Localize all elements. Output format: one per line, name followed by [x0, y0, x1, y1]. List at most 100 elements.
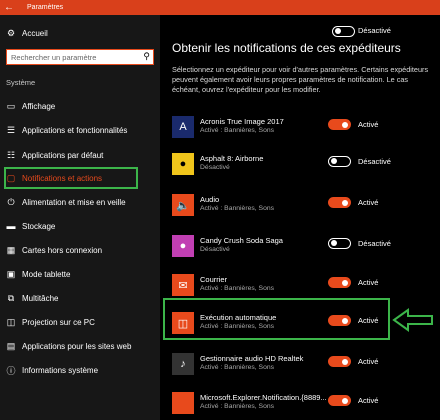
- toggle-state: Désactivé: [358, 157, 391, 166]
- app-row-candy-crush[interactable]: ● Candy Crush Soda Saga Désactivé Désact…: [172, 230, 430, 266]
- back-arrow-icon[interactable]: ←: [2, 0, 16, 15]
- toggle-switch[interactable]: [328, 119, 351, 130]
- toggle-knob: [335, 28, 341, 35]
- app-name: Microsoft.Explorer.Notification.{8889...: [200, 393, 327, 402]
- sidebar-item-offline-maps[interactable]: ▦ Cartes hors connexion: [0, 241, 158, 259]
- sidebar-item-label: Applications pour les sites web: [22, 341, 132, 351]
- sidebar-item-web-apps[interactable]: ▤ Applications pour les sites web: [0, 337, 158, 355]
- app-status: Activé : Bannières, Sons: [200, 285, 275, 292]
- app-name: Gestionnaire audio HD Realtek: [200, 354, 304, 363]
- app-row-acronis[interactable]: A Acronis True Image 2017 Activé : Banni…: [172, 111, 430, 147]
- mail-icon: ✉: [172, 274, 194, 296]
- page-heading: Obtenir les notifications de ces expédit…: [172, 41, 401, 55]
- search-input[interactable]: [7, 50, 137, 64]
- app-name: Audio: [200, 195, 220, 204]
- app-status: Activé : Bannières, Sons: [200, 205, 275, 212]
- app-status: Désactivé: [200, 246, 230, 253]
- sidebar-item-label: Applications et fonctionnalités: [22, 125, 128, 135]
- sidebar-item-home[interactable]: ⚙ Accueil: [0, 24, 158, 42]
- title-bar: ← Paramètres: [0, 0, 440, 15]
- multitask-icon: ⧉: [7, 292, 15, 303]
- sidebar-item-label: Mode tablette: [22, 269, 71, 279]
- toggle-state: Activé: [358, 357, 379, 366]
- asphalt-icon: ●: [172, 153, 194, 175]
- sidebar-item-label: Affichage: [22, 101, 56, 111]
- toggle-state: Activé: [358, 198, 379, 207]
- explorer-icon: [172, 392, 194, 414]
- sidebar-item-label: Informations système: [22, 365, 99, 375]
- projection-icon: ◫: [6, 316, 16, 327]
- sidebar-item-power[interactable]: ⏻ Alimentation et mise en veille: [0, 193, 158, 211]
- toggle-switch[interactable]: [328, 395, 351, 406]
- sidebar-item-label: Cartes hors connexion: [22, 245, 103, 255]
- toggle-knob: [331, 240, 337, 247]
- sidebar-item-display[interactable]: ▭ Affichage: [0, 97, 158, 115]
- web-icon: ▤: [6, 340, 16, 351]
- highlight-box: [163, 298, 390, 340]
- speaker-icon: 🔈: [172, 194, 194, 216]
- app-name: Acronis True Image 2017: [200, 117, 284, 126]
- main-panel: Désactivé Obtenir les notifications de c…: [160, 15, 440, 420]
- monitor-icon: ▭: [6, 100, 16, 111]
- toggle-switch[interactable]: [328, 238, 351, 249]
- toggle-knob: [342, 121, 348, 128]
- power-icon: ⏻: [7, 196, 15, 207]
- toggle-knob: [342, 358, 348, 365]
- tablet-icon: ▣: [6, 268, 16, 279]
- toggle-state: Désactivé: [358, 239, 391, 248]
- toggle-switch[interactable]: [328, 197, 351, 208]
- candy-crush-icon: ●: [172, 235, 194, 257]
- app-name: Asphalt 8: Airborne: [200, 154, 264, 163]
- app-row-realtek[interactable]: ♪ Gestionnaire audio HD Realtek Activé :…: [172, 348, 430, 384]
- gear-icon: ⚙: [6, 27, 16, 38]
- search-box[interactable]: ⚲: [6, 49, 154, 65]
- toggle-state: Désactivé: [358, 26, 391, 35]
- toggle-switch[interactable]: [328, 156, 351, 167]
- list-icon: ☰: [6, 124, 16, 135]
- sidebar-item-about[interactable]: ⓘ Informations système: [0, 361, 158, 379]
- page-description: Sélectionnez un expéditeur pour voir d'a…: [172, 65, 429, 94]
- realtek-icon: ♪: [172, 353, 194, 375]
- window-title: Paramètres: [27, 4, 64, 11]
- sidebar-item-label: Multitâche: [22, 293, 59, 303]
- toggle-knob: [342, 397, 348, 404]
- sidebar-item-label: Stockage: [22, 221, 56, 231]
- sidebar-item-apps-features[interactable]: ☰ Applications et fonctionnalités: [0, 121, 158, 139]
- sidebar-item-label: Projection sur ce PC: [22, 317, 95, 327]
- app-status: Activé : Bannières, Sons: [200, 403, 275, 410]
- map-icon: ▦: [6, 244, 16, 255]
- toggle-switch[interactable]: [328, 277, 351, 288]
- section-label: Système: [6, 78, 36, 87]
- sidebar-item-projection[interactable]: ◫ Projection sur ce PC: [0, 313, 158, 331]
- sidebar-item-storage[interactable]: ▬ Stockage: [0, 217, 158, 235]
- toggle-switch[interactable]: [332, 26, 355, 37]
- sidebar-item-tablet-mode[interactable]: ▣ Mode tablette: [0, 265, 158, 283]
- toggle-switch[interactable]: [328, 356, 351, 367]
- toggle-state: Activé: [358, 120, 379, 129]
- sidebar-item-default-apps[interactable]: ☷ Applications par défaut: [0, 146, 158, 164]
- app-row-asphalt[interactable]: ● Asphalt 8: Airborne Désactivé Désactiv…: [172, 148, 430, 184]
- list-icon: ☷: [6, 149, 16, 160]
- toggle-knob: [342, 199, 348, 206]
- app-status: Activé : Bannières, Sons: [200, 127, 275, 134]
- toggle-state: Activé: [358, 278, 379, 287]
- app-row-audio[interactable]: 🔈 Audio Activé : Bannières, Sons Activé: [172, 189, 430, 225]
- sidebar-item-label: Accueil: [22, 28, 48, 38]
- sidebar-item-multitasking[interactable]: ⧉ Multitâche: [0, 289, 158, 307]
- search-icon[interactable]: ⚲: [143, 51, 150, 62]
- arrow-left-icon: [392, 308, 433, 332]
- app-status: Activé : Bannières, Sons: [200, 364, 275, 371]
- toggle-knob: [342, 279, 348, 286]
- sidebar-item-label: Alimentation et mise en veille: [22, 197, 126, 207]
- toggle-knob: [331, 158, 337, 165]
- highlight-box: [4, 167, 138, 189]
- toggle-state: Activé: [358, 396, 379, 405]
- info-icon: ⓘ: [6, 365, 16, 376]
- app-name: Courrier: [200, 275, 228, 284]
- acronis-icon: A: [172, 116, 194, 138]
- app-name: Candy Crush Soda Saga: [200, 236, 283, 245]
- app-row-explorer[interactable]: Microsoft.Explorer.Notification.{8889...…: [172, 387, 430, 420]
- storage-icon: ▬: [6, 221, 16, 231]
- app-status: Désactivé: [200, 164, 230, 171]
- sidebar-item-label: Applications par défaut: [22, 150, 104, 160]
